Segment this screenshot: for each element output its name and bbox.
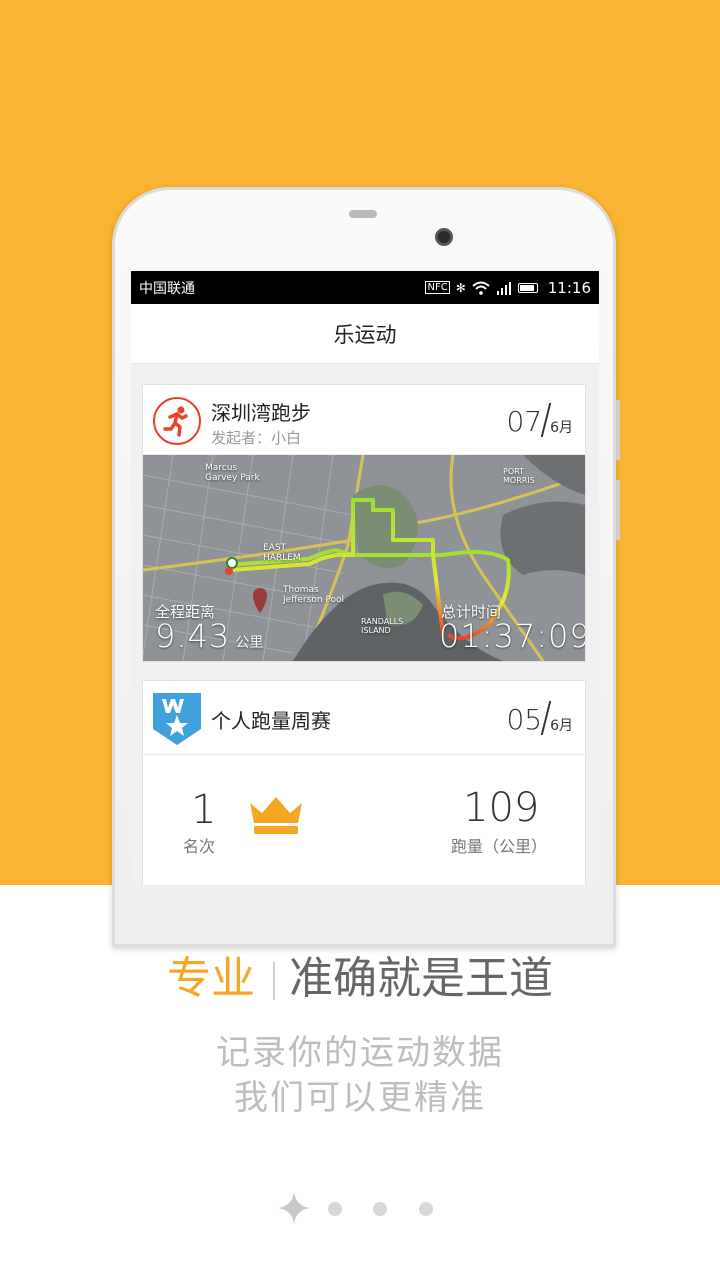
signal-icon [496, 281, 511, 295]
carrier-name: 中国联通 [139, 280, 195, 297]
event-card[interactable]: 深圳湾跑步 发起者：小白 07 6月 Marcus Garvey Park EA… [142, 384, 586, 662]
map-label-randalls: RANDALLS ISLAND [361, 617, 404, 635]
weekly-distance-label: 跑量（公里） [451, 837, 548, 856]
phone-camera [435, 228, 453, 246]
phone-screen: 中国联通 NFC ✻ 11:16 乐运动 深圳湾跑步 发起者：小白 07 6月 … [131, 271, 599, 885]
rank-value: 1 [191, 787, 217, 833]
weekly-date: 05 6月 [506, 701, 573, 735]
event-date-day: 07 [506, 405, 543, 438]
rank-label: 名次 [183, 837, 216, 856]
page-dot[interactable] [328, 1202, 342, 1216]
weekly-distance-value: 109 [463, 785, 540, 831]
weekly-date-day: 05 [506, 703, 543, 736]
event-title: 深圳湾跑步 [211, 401, 311, 425]
phone-side-button [616, 400, 620, 460]
promo-headline: 专业 准确就是王道 [0, 942, 720, 1006]
page-dot[interactable] [373, 1202, 387, 1216]
headline-divider [273, 962, 275, 1000]
promo-line-2: 我们可以更精准 [234, 1078, 486, 1118]
map-label-thomas: Thomas Jefferson Pool [283, 585, 345, 605]
event-date: 07 6月 [506, 403, 573, 437]
event-card-header: 深圳湾跑步 发起者：小白 07 6月 [143, 385, 585, 455]
wifi-icon [472, 281, 490, 295]
app-title: 乐运动 [333, 322, 397, 347]
promo-line-1: 记录你的运动数据 [216, 1033, 504, 1073]
weekly-badge-icon [153, 693, 201, 745]
map-label-marcus: Marcus Garvey Park [205, 463, 260, 483]
phone-side-button [616, 480, 620, 540]
running-man-icon [153, 397, 201, 445]
weekly-card[interactable]: 个人跑量周赛 05 6月 1 名次 109 跑量（公里） [142, 680, 586, 885]
weekly-card-header: 个人跑量周赛 05 6月 [143, 681, 585, 755]
weekly-card-body: 1 名次 109 跑量（公里） [143, 755, 585, 885]
distance-stat: 9.43 公里 [155, 617, 263, 655]
weekly-date-month: 6月 [550, 718, 573, 734]
distance-unit: 公里 [235, 635, 264, 651]
time-value: 01:37:09 [439, 617, 585, 655]
event-date-month: 6月 [550, 420, 573, 436]
battery-icon [517, 282, 538, 293]
active-page-star-icon [278, 1192, 310, 1224]
map-label-port-morris: PORT MORRIS [503, 467, 535, 485]
crown-icon [250, 797, 302, 834]
route-map[interactable]: Marcus Garvey Park EAST HARLEM RANDALLS … [143, 455, 585, 661]
status-time: 11:16 [547, 278, 591, 297]
nfc-icon: NFC [425, 281, 450, 294]
status-icons: NFC ✻ 11:16 [425, 279, 591, 297]
vibrate-icon: ✻ [455, 280, 466, 295]
weekly-title: 个人跑量周赛 [211, 709, 331, 733]
app-bar: 乐运动 [131, 304, 599, 364]
status-bar: 中国联通 NFC ✻ 11:16 [131, 271, 599, 304]
headline-highlight: 专业 [167, 953, 255, 1004]
event-organizer: 发起者：小白 [211, 429, 302, 447]
distance-value: 9.43 [155, 617, 231, 655]
map-label-east-harlem: EAST HARLEM [263, 543, 301, 563]
page-dot[interactable] [419, 1202, 433, 1216]
phone-speaker [349, 210, 377, 218]
headline-rest: 准确就是王道 [289, 953, 553, 1004]
page-indicator[interactable] [276, 1190, 446, 1226]
